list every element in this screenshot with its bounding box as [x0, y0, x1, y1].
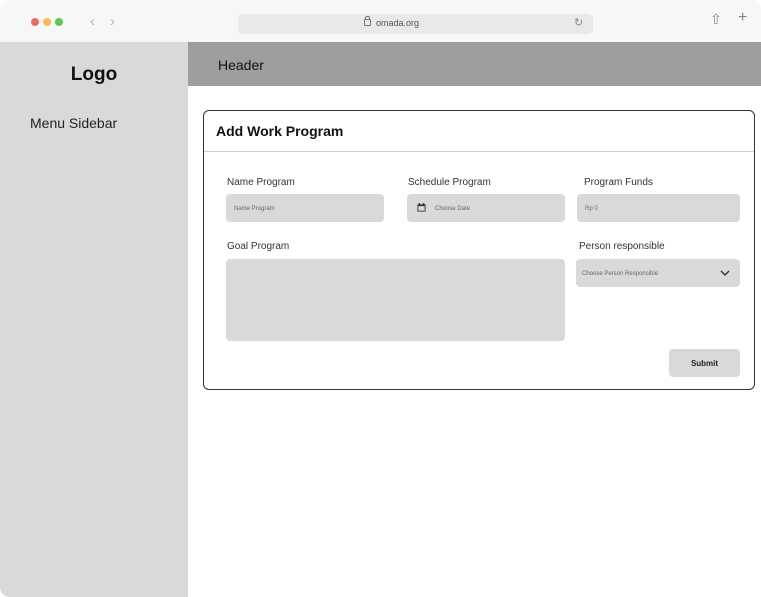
name-program-placeholder: Name Program	[234, 206, 275, 212]
browser-window: ‹ › omada.org ↻ ⇧ + Logo Menu Sidebar He…	[0, 0, 761, 597]
name-program-input[interactable]: Name Program	[226, 194, 384, 222]
name-program-label: Name Program	[227, 177, 295, 188]
schedule-program-input[interactable]: Choose Date	[407, 194, 565, 222]
minimize-window-button[interactable]	[43, 18, 51, 26]
header-title: Header	[218, 57, 264, 73]
chevron-down-icon	[720, 270, 730, 276]
person-responsible-selected: Choose Person Responsible	[582, 271, 659, 277]
lock-icon	[364, 16, 371, 26]
sidebar: Logo Menu Sidebar	[0, 42, 188, 597]
page-header: Header	[188, 42, 761, 86]
person-responsible-select[interactable]: Choose Person Responsible	[576, 259, 740, 287]
calendar-icon	[417, 203, 426, 212]
sidebar-menu-label[interactable]: Menu Sidebar	[30, 115, 117, 131]
address-url: omada.org	[376, 18, 420, 28]
forward-icon[interactable]: ›	[110, 13, 115, 30]
goal-program-textarea[interactable]	[226, 259, 565, 341]
logo: Logo	[70, 64, 118, 85]
browser-toolbar: ‹ › omada.org ↻ ⇧ +	[0, 0, 761, 43]
form-title: Add Work Program	[216, 123, 344, 139]
schedule-program-placeholder: Choose Date	[435, 206, 471, 212]
program-funds-placeholder: Rp 0	[585, 206, 598, 212]
share-icon[interactable]: ⇧	[710, 11, 722, 28]
add-work-program-card: Add Work Program Name Program Name Progr…	[203, 110, 755, 390]
submit-button[interactable]: Submit	[669, 349, 740, 377]
maximize-window-button[interactable]	[55, 18, 63, 26]
schedule-program-label: Schedule Program	[408, 177, 491, 188]
program-funds-input[interactable]: Rp 0	[577, 194, 740, 222]
address-bar[interactable]: omada.org ↻	[238, 14, 593, 34]
person-responsible-label: Person responsible	[579, 241, 665, 252]
program-funds-label: Program Funds	[584, 177, 653, 188]
close-window-button[interactable]	[31, 18, 39, 26]
plus-icon[interactable]: +	[738, 9, 747, 27]
back-icon[interactable]: ‹	[90, 13, 95, 30]
goal-program-label: Goal Program	[227, 241, 290, 252]
reload-icon[interactable]: ↻	[574, 16, 583, 29]
title-divider	[204, 151, 754, 152]
